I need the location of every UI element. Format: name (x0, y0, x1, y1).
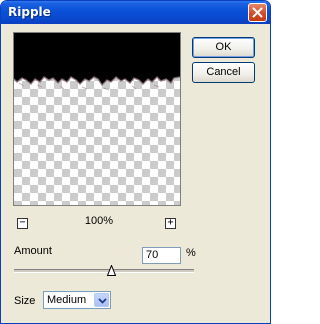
amount-slider-track[interactable] (14, 269, 194, 273)
minus-icon: − (19, 217, 26, 228)
ok-button[interactable]: OK (192, 37, 255, 58)
title-bar[interactable]: Ripple (1, 1, 270, 24)
size-selected-value: Medium (47, 294, 87, 306)
ripple-edge (14, 71, 180, 91)
amount-input[interactable]: 70 (142, 247, 181, 264)
amount-label: Amount (14, 245, 52, 257)
cancel-button[interactable]: Cancel (192, 62, 255, 83)
size-dropdown-button[interactable] (94, 293, 109, 307)
amount-unit: % (186, 247, 196, 259)
chevron-down-icon (98, 298, 107, 304)
zoom-out-button[interactable]: − (17, 218, 28, 229)
close-button[interactable] (248, 3, 267, 22)
ok-button-label: OK (215, 41, 232, 53)
filter-preview[interactable] (13, 32, 181, 206)
plus-icon: + (167, 217, 174, 228)
close-icon (252, 7, 263, 18)
cancel-button-label: Cancel (206, 66, 241, 78)
size-select[interactable]: Medium (43, 291, 111, 309)
size-label: Size (14, 295, 36, 307)
dialog-title: Ripple (8, 5, 51, 19)
zoom-level: 100% (84, 215, 114, 227)
zoom-in-button[interactable]: + (165, 218, 176, 229)
amount-slider-thumb[interactable] (107, 265, 116, 276)
ripple-dialog: Ripple OK Cancel − 100% + Amount 70 % Si… (0, 0, 271, 324)
